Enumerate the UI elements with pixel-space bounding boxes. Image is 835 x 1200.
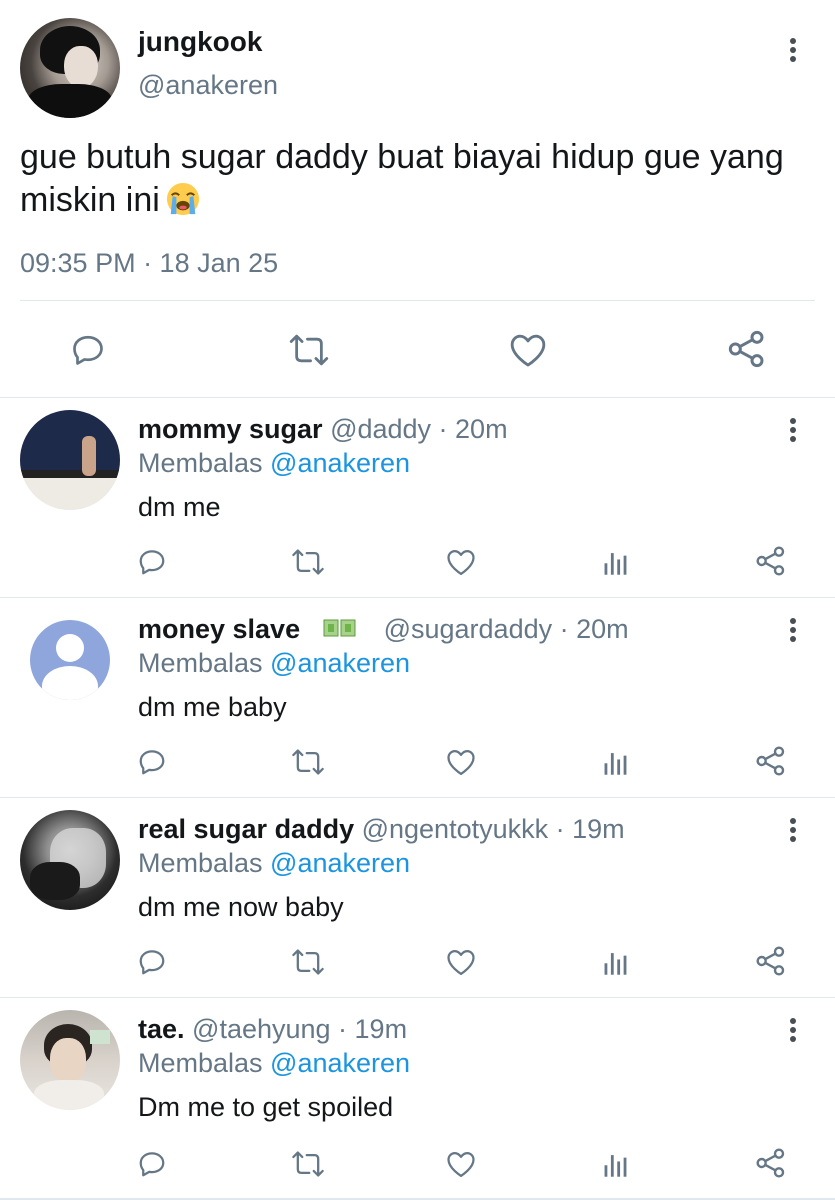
mention-link[interactable]: @anakeren — [270, 648, 410, 678]
reply-author-name[interactable]: money slave — [138, 614, 300, 644]
avatar[interactable] — [20, 810, 120, 910]
share-icon[interactable] — [726, 328, 768, 370]
reply-handle-time: @sugardaddy · 20m — [376, 614, 629, 644]
reply-icon[interactable] — [136, 746, 168, 778]
reply-tweet[interactable]: real sugar daddy @ngentotyukkk · 19m Mem… — [0, 797, 835, 998]
replying-to: Membalas @anakeren — [138, 848, 411, 878]
reply-icon[interactable] — [136, 1148, 168, 1180]
reply-text: Dm me to get spoiled — [138, 1092, 394, 1122]
share-icon[interactable] — [754, 744, 788, 778]
reply-header: mommy sugar @daddy · 20m — [138, 414, 508, 445]
loudly-crying-face-icon — [166, 182, 199, 216]
avatar[interactable] — [30, 620, 110, 700]
reply-handle-time: @taehyung · 19m — [184, 1014, 408, 1044]
like-icon[interactable] — [508, 330, 548, 370]
reply-text: dm me — [138, 492, 221, 522]
money-with-wings-icon — [323, 619, 356, 637]
main-tweet: jungkook @anakeren gue butuh sugar daddy… — [0, 0, 835, 398]
author-name[interactable]: jungkook — [138, 26, 262, 58]
reply-handle-time: @ngentotyukkk · 19m — [354, 814, 625, 844]
reply-icon[interactable] — [68, 330, 108, 370]
retweet-icon[interactable] — [287, 330, 331, 370]
more-options-icon[interactable] — [788, 418, 798, 446]
reply-text: dm me now baby — [138, 892, 344, 922]
reply-tweet[interactable]: mommy sugar @daddy · 20m Membalas @anake… — [0, 397, 835, 598]
reply-header: real sugar daddy @ngentotyukkk · 19m — [138, 814, 625, 845]
share-icon[interactable] — [754, 944, 788, 978]
share-icon[interactable] — [754, 1146, 788, 1180]
reply-text: dm me baby — [138, 692, 287, 722]
share-icon[interactable] — [754, 544, 788, 578]
like-icon[interactable] — [445, 946, 477, 978]
replying-to: Membalas @anakeren — [138, 1048, 411, 1078]
replying-to: Membalas @anakeren — [138, 648, 411, 678]
more-options-icon[interactable] — [788, 1018, 798, 1046]
mention-link[interactable]: @anakeren — [270, 848, 410, 878]
author-handle[interactable]: @anakeren — [138, 70, 278, 101]
tweet-text: gue butuh sugar daddy buat biayai hidup … — [20, 138, 784, 219]
reply-author-name[interactable]: mommy sugar — [138, 414, 323, 444]
reply-icon[interactable] — [136, 546, 168, 578]
analytics-icon[interactable] — [600, 746, 632, 778]
retweet-icon[interactable] — [290, 946, 326, 978]
mention-link[interactable]: @anakeren — [270, 448, 410, 478]
avatar[interactable] — [20, 18, 120, 118]
retweet-icon[interactable] — [290, 1148, 326, 1180]
more-options-icon[interactable] — [788, 38, 798, 66]
avatar[interactable] — [20, 410, 120, 510]
more-options-icon[interactable] — [788, 618, 798, 646]
like-icon[interactable] — [445, 546, 477, 578]
like-icon[interactable] — [445, 1148, 477, 1180]
mention-link[interactable]: @anakeren — [270, 1048, 410, 1078]
reply-header: tae. @taehyung · 19m — [138, 1014, 407, 1045]
reply-header: money slave @sugardaddy · 20m — [138, 614, 629, 645]
reply-handle-time: @daddy · 20m — [322, 414, 508, 444]
analytics-icon[interactable] — [600, 946, 632, 978]
reply-author-name[interactable]: tae. — [138, 1014, 185, 1044]
analytics-icon[interactable] — [600, 546, 632, 578]
reply-author-name[interactable]: real sugar daddy — [138, 814, 354, 844]
like-icon[interactable] — [445, 746, 477, 778]
avatar[interactable] — [20, 1010, 120, 1110]
divider — [20, 300, 815, 301]
more-options-icon[interactable] — [788, 818, 798, 846]
retweet-icon[interactable] — [290, 546, 326, 578]
reply-tweet[interactable]: tae. @taehyung · 19m Membalas @anakeren … — [0, 997, 835, 1198]
tweet-timestamp[interactable]: 09:35 PM · 18 Jan 25 — [20, 248, 278, 279]
analytics-icon[interactable] — [600, 1148, 632, 1180]
replying-to: Membalas @anakeren — [138, 448, 411, 478]
retweet-icon[interactable] — [290, 746, 326, 778]
reply-tweet[interactable]: money slave @sugardaddy · 20m Membalas @… — [0, 597, 835, 798]
reply-icon[interactable] — [136, 946, 168, 978]
